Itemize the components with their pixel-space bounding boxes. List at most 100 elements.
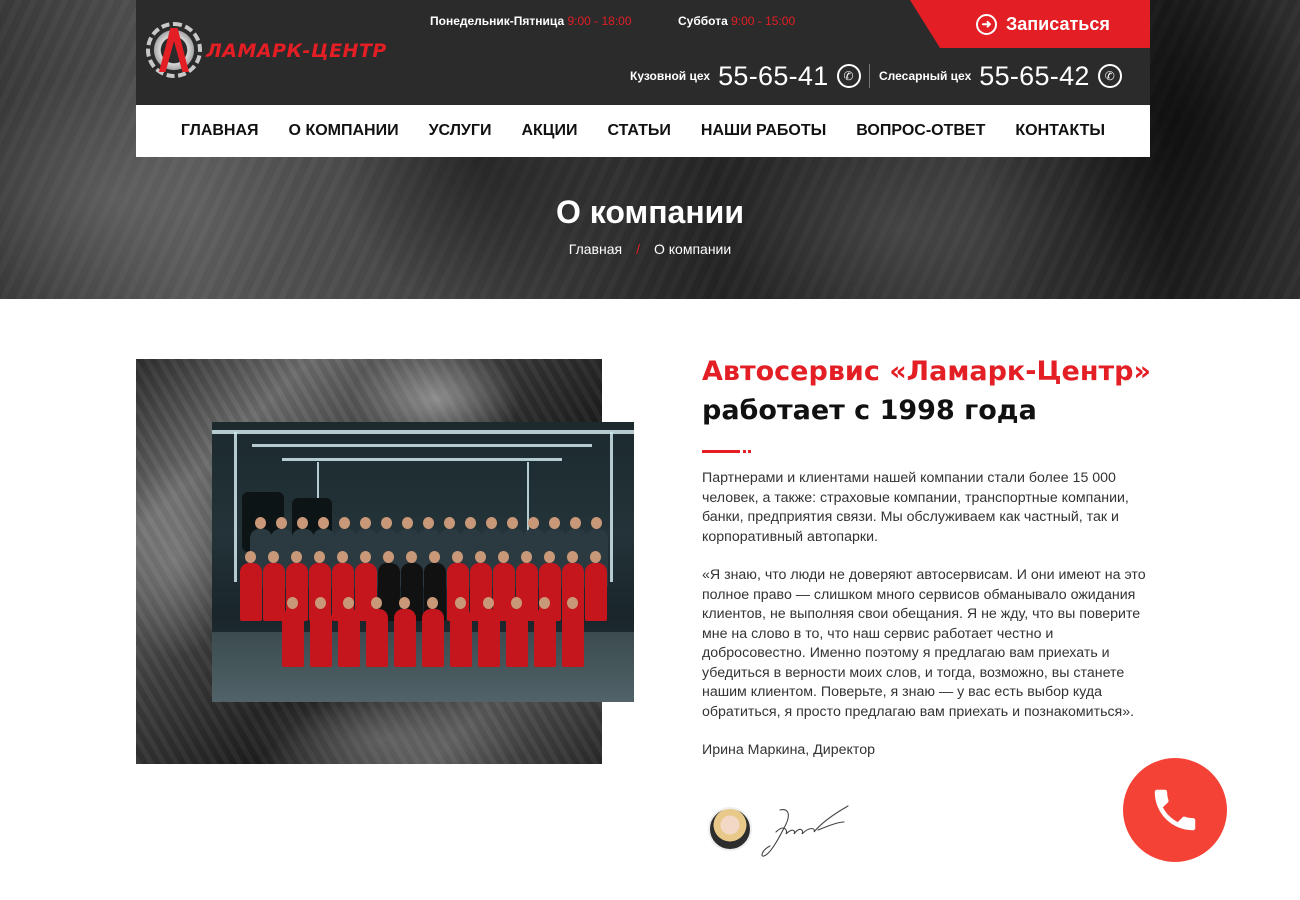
team-member xyxy=(394,609,416,667)
phone-number[interactable]: 55-65-41 xyxy=(718,61,828,92)
team-member xyxy=(263,563,285,621)
call-button[interactable] xyxy=(1123,758,1227,862)
team-member-head xyxy=(570,517,581,529)
working-hours-saturday: Суббота 9:00 - 15:00 xyxy=(678,14,795,28)
team-member xyxy=(282,609,304,667)
site-logo[interactable]: ЛАМАРК-ЦЕНТР xyxy=(146,22,386,78)
phone-divider xyxy=(869,64,870,88)
team-member-head xyxy=(591,517,602,529)
hours-label: Понедельник-Пятница xyxy=(430,14,565,28)
phone-body-shop: Кузовной цех 55-65-41 ✆ xyxy=(630,60,861,92)
team-member-head xyxy=(465,517,476,529)
accent-divider xyxy=(702,450,740,453)
whatsapp-icon[interactable]: ✆ xyxy=(1097,64,1122,88)
breadcrumb-home[interactable]: Главная xyxy=(569,241,622,257)
about-title-highlight: Автосервис «Ламарк-Центр» xyxy=(702,356,1151,387)
team-photo xyxy=(212,422,634,702)
team-member xyxy=(534,609,556,667)
team-member xyxy=(562,609,584,667)
page-title: О компании xyxy=(556,194,744,230)
team-member-head xyxy=(276,517,287,529)
team-member-head xyxy=(452,551,463,563)
team-member xyxy=(478,609,500,667)
team-member-head xyxy=(539,597,550,609)
about-paragraph-partners: Партнерами и клиентами нашей компании ст… xyxy=(702,470,1129,545)
team-member-head xyxy=(444,517,455,529)
team-member-head xyxy=(343,597,354,609)
team-member-head xyxy=(483,597,494,609)
phone-label: Кузовной цех xyxy=(630,69,711,83)
team-member-head xyxy=(475,551,486,563)
logo-text: ЛАМАРК-ЦЕНТР xyxy=(206,40,387,62)
hours-time: 9:00 - 18:00 xyxy=(567,14,632,28)
nav-item-services[interactable]: УСЛУГИ xyxy=(429,122,492,140)
phone-number[interactable]: 55-65-42 xyxy=(979,61,1089,92)
arrow-right-circle-icon: ➜ xyxy=(976,13,997,35)
site-header: ЛАМАРК-ЦЕНТР Понедельник-Пятница 9:00 - … xyxy=(136,0,1150,105)
team-member xyxy=(450,609,472,667)
breadcrumb-current: О компании xyxy=(653,241,732,257)
nav-item-contacts[interactable]: КОНТАКТЫ xyxy=(1015,122,1105,140)
team-member xyxy=(240,563,262,621)
team-member-head xyxy=(521,551,532,563)
team-member-head xyxy=(406,551,417,563)
team-member-head xyxy=(318,517,329,529)
phone-label: Слесарный цех xyxy=(879,69,972,83)
team-member-head xyxy=(360,517,371,529)
team-member-head xyxy=(287,597,298,609)
breadcrumb: Главная / О компании xyxy=(0,241,1300,257)
team-member-head xyxy=(291,551,302,563)
team-member-head xyxy=(339,517,350,529)
team-member-head xyxy=(528,517,539,529)
phone-icon xyxy=(1154,789,1196,831)
team-member xyxy=(338,609,360,667)
accent-dot xyxy=(748,450,751,453)
team-member-head xyxy=(360,551,371,563)
team-member-head xyxy=(399,597,410,609)
about-title: работает с 1998 года xyxy=(702,395,1037,426)
nav-item-promotions[interactable]: АКЦИИ xyxy=(521,122,577,140)
about-paragraph-quote: «Я знаю, что люди не доверяют автосервис… xyxy=(702,567,1146,720)
team-member-head xyxy=(549,517,560,529)
team-member-head xyxy=(511,597,522,609)
about-author: Ирина Маркина, Директор xyxy=(702,742,875,758)
team-member-head xyxy=(383,551,394,563)
team-member xyxy=(585,563,607,621)
working-hours-weekdays: Понедельник-Пятница 9:00 - 18:00 xyxy=(430,14,632,28)
team-member-head xyxy=(314,551,325,563)
team-member-head xyxy=(381,517,392,529)
nav-item-faq[interactable]: ВОПРОС-ОТВЕТ xyxy=(856,122,985,140)
signup-label: Записаться xyxy=(1006,13,1110,34)
team-group xyxy=(232,517,612,687)
nav-item-about[interactable]: О КОМПАНИИ xyxy=(289,122,399,140)
team-member-head xyxy=(402,517,413,529)
team-member-head xyxy=(498,551,509,563)
nav-item-articles[interactable]: СТАТЬИ xyxy=(607,122,670,140)
team-member-head xyxy=(245,551,256,563)
team-member xyxy=(506,609,528,667)
whatsapp-icon[interactable]: ✆ xyxy=(836,64,861,88)
team-member-head xyxy=(507,517,518,529)
team-member-head xyxy=(429,551,440,563)
team-member-head xyxy=(567,551,578,563)
hours-time: 9:00 - 15:00 xyxy=(731,14,796,28)
nav-item-home[interactable]: ГЛАВНАЯ xyxy=(181,122,259,140)
team-member-head xyxy=(337,551,348,563)
nav-item-our-works[interactable]: НАШИ РАБОТЫ xyxy=(701,122,826,140)
avatar xyxy=(708,807,752,851)
team-member-head xyxy=(567,597,578,609)
signup-button[interactable]: ➜ Записаться xyxy=(910,0,1150,48)
team-member-head xyxy=(268,551,279,563)
phone-mechanic-shop: Слесарный цех 55-65-42 ✆ xyxy=(879,60,1122,92)
accent-dot xyxy=(743,450,746,453)
team-member-head xyxy=(427,597,438,609)
main-nav: ГЛАВНАЯ О КОМПАНИИ УСЛУГИ АКЦИИ СТАТЬИ Н… xyxy=(136,105,1150,157)
team-member-head xyxy=(297,517,308,529)
team-member-head xyxy=(486,517,497,529)
signature xyxy=(761,805,849,857)
team-member-head xyxy=(255,517,266,529)
breadcrumb-separator: / xyxy=(636,241,640,257)
team-member-head xyxy=(423,517,434,529)
team-member-head xyxy=(544,551,555,563)
team-member xyxy=(310,609,332,667)
